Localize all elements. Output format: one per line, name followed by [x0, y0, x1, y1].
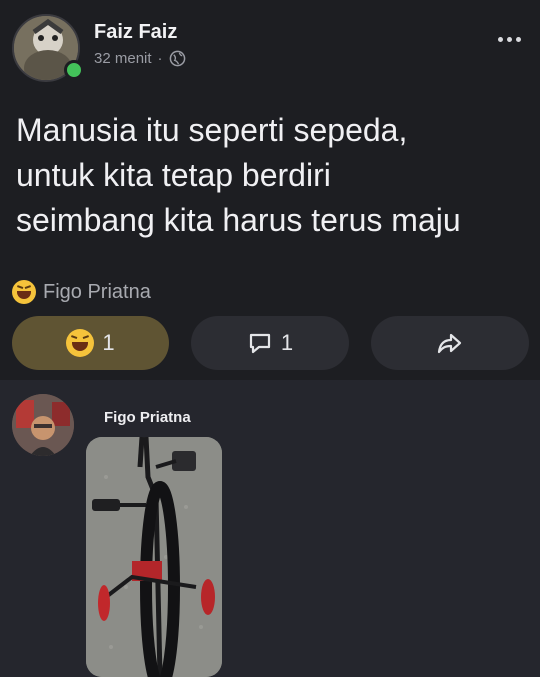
comment-button[interactable]: 1	[191, 316, 349, 370]
meta-separator: ·	[157, 50, 163, 67]
post-meta: 32 menit ·	[94, 50, 186, 67]
more-options-button[interactable]	[494, 30, 524, 48]
post-timestamp[interactable]: 32 menit	[94, 50, 152, 67]
comment-author-name[interactable]: Figo Priatna	[104, 409, 191, 426]
post-author-name[interactable]: Faiz Faiz	[94, 21, 177, 44]
commenter-avatar[interactable]	[12, 394, 74, 456]
more-dot-icon	[497, 36, 503, 42]
reaction-button[interactable]: 1	[12, 316, 169, 370]
post-card: Faiz Faiz 32 menit · Manusia itu seperti…	[0, 0, 540, 380]
globe-icon	[169, 50, 185, 67]
reaction-summary[interactable]: Figo Priatna	[12, 280, 151, 304]
reacted-by-name: Figo Priatna	[43, 280, 151, 303]
more-dot-icon	[515, 36, 521, 42]
post-body-text: Manusia itu seperti sepeda, untuk kita t…	[16, 108, 531, 243]
laughing-emoji-icon	[12, 280, 36, 304]
comment-count: 1	[280, 330, 294, 355]
post-text-line: seimbang kita harus terus maju	[16, 202, 461, 238]
share-arrow-icon	[437, 333, 462, 354]
laughing-emoji-icon	[66, 329, 95, 357]
post-text-line: untuk kita tetap berdiri	[16, 157, 331, 193]
comment-photo-attachment[interactable]	[86, 437, 222, 677]
post-text-line: Manusia itu seperti sepeda,	[16, 112, 408, 148]
reaction-count: 1	[102, 330, 115, 355]
speech-bubble-icon	[249, 333, 270, 354]
more-dot-icon	[506, 36, 512, 42]
share-button[interactable]	[371, 316, 529, 370]
online-status-indicator	[64, 60, 84, 80]
